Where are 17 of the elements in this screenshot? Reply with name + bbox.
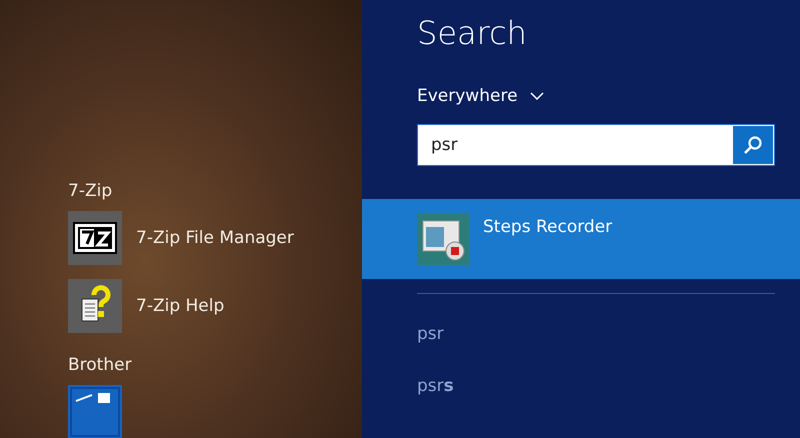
group-heading: Brother [68, 355, 133, 375]
recorder-icon [417, 213, 469, 265]
app-name[interactable]: 7-Zip Help [136, 296, 224, 316]
app-name[interactable]: 7-Zip File Manager [136, 228, 294, 248]
group-heading: 7-Zip [68, 181, 114, 201]
search-button[interactable] [733, 126, 773, 164]
printer-icon[interactable] [68, 385, 122, 438]
archive-icon[interactable] [68, 211, 122, 265]
search-result[interactable]: Steps Recorder [362, 199, 800, 279]
search-suggestion[interactable]: psrs [417, 376, 800, 396]
pane-title: Search [417, 14, 528, 52]
help-document-icon[interactable] [68, 279, 122, 333]
chevron-down-icon [530, 92, 544, 100]
scope-dropdown[interactable]: Everywhere [417, 86, 544, 106]
search-field[interactable]: psr [417, 124, 775, 166]
search-suggestion[interactable]: psr [417, 324, 800, 344]
search-icon [743, 135, 763, 155]
